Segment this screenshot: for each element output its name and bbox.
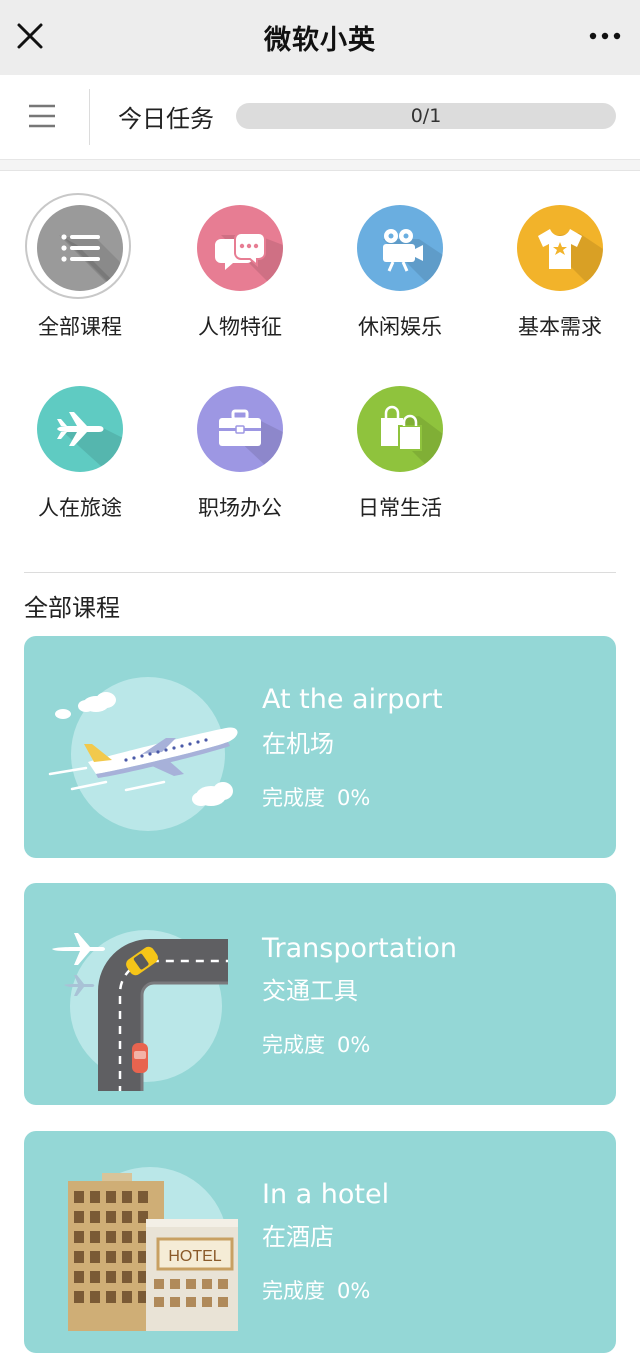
course-progress: 完成度 0%: [262, 1029, 370, 1059]
category-leisure[interactable]: 休闲娱乐: [320, 205, 480, 375]
course-title-en: In a hotel: [262, 1179, 390, 1210]
page-title: 微软小英: [264, 25, 376, 56]
shopping-bags-icon: [357, 386, 443, 472]
course-progress: 完成度 0%: [262, 782, 370, 812]
airplane-illustration: [48, 677, 238, 831]
category-travel[interactable]: 人在旅途: [0, 386, 160, 556]
course-title-en: At the airport: [262, 684, 443, 715]
divider: [89, 89, 90, 145]
divider: [24, 572, 616, 573]
airplane-icon: [37, 386, 123, 472]
category-daily-life[interactable]: 日常生活: [320, 386, 480, 556]
progress-label: 完成度: [262, 786, 325, 810]
course-card-transportation[interactable]: Transportation 交通工具 完成度 0%: [24, 883, 616, 1105]
category-label: 日常生活: [358, 496, 442, 520]
category-label: 基本需求: [518, 315, 602, 339]
category-label: 职场办公: [198, 496, 282, 520]
course-title-cn: 交通工具: [262, 977, 358, 1005]
hotel-illustration: HOTEL: [68, 1167, 238, 1331]
tshirt-icon: [517, 205, 603, 291]
daily-task-label: 今日任务: [118, 105, 214, 133]
progress-label: 完成度: [262, 1279, 325, 1303]
category-label: 休闲娱乐: [358, 315, 442, 339]
course-title-cn: 在机场: [262, 730, 334, 758]
category-label: 人在旅途: [38, 496, 122, 520]
section-title: 全部课程: [24, 594, 120, 622]
task-progress-text: 0/1: [410, 105, 442, 127]
hamburger-menu-icon[interactable]: [28, 103, 56, 129]
hotel-sign-text: HOTEL: [168, 1248, 221, 1265]
progress-value: 0%: [337, 1279, 371, 1303]
progress-value: 0%: [337, 1033, 371, 1057]
course-title-cn: 在酒店: [262, 1223, 334, 1251]
movie-camera-icon: [357, 205, 443, 291]
road-taxi-illustration: [52, 930, 228, 1091]
course-progress: 完成度 0%: [262, 1275, 370, 1305]
course-card-airport[interactable]: At the airport 在机场 完成度 0%: [24, 636, 616, 858]
category-label: 人物特征: [198, 315, 282, 339]
course-card-hotel[interactable]: HOTEL In a hotel 在酒店 完成度 0%: [24, 1131, 616, 1353]
category-character-traits[interactable]: 人物特征: [160, 205, 320, 375]
more-options-icon[interactable]: [588, 22, 622, 50]
category-label: 全部课程: [38, 315, 122, 339]
chat-bubbles-icon: [197, 205, 283, 291]
briefcase-icon: [197, 386, 283, 472]
category-basic-needs[interactable]: 基本需求: [480, 205, 640, 375]
course-title-en: Transportation: [262, 933, 457, 964]
close-icon[interactable]: [16, 22, 44, 50]
daily-task-bar: 今日任务 0/1: [0, 75, 640, 160]
task-progress-bar: 0/1: [236, 103, 616, 129]
section-gap: [0, 160, 640, 171]
list-icon: [37, 205, 123, 291]
progress-value: 0%: [337, 786, 371, 810]
top-app-bar: 微软小英: [0, 0, 640, 75]
category-workplace[interactable]: 职场办公: [160, 386, 320, 556]
category-all-courses[interactable]: 全部课程: [0, 193, 160, 375]
progress-label: 完成度: [262, 1033, 325, 1057]
